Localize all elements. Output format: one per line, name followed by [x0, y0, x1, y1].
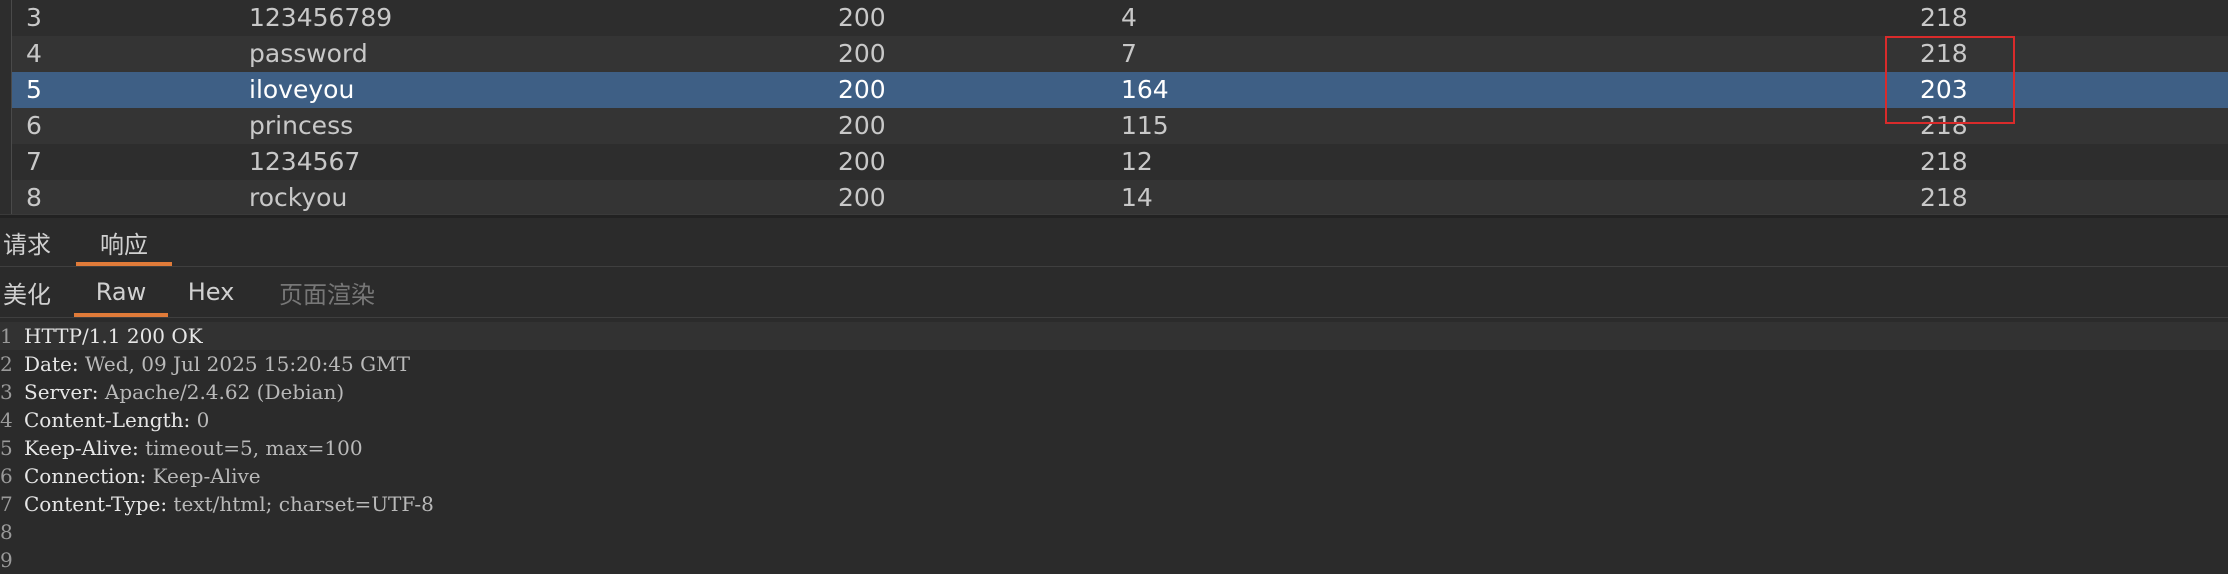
cell-payload: password — [249, 39, 368, 68]
header-name: Content-Length: — [24, 408, 191, 432]
cell-number: 5 — [26, 75, 42, 104]
code-line: 6 Connection: Keep-Alive — [0, 462, 2228, 490]
cell-time: 14 — [1121, 183, 1153, 212]
cell-status: 200 — [838, 147, 886, 176]
line-number: 8 — [0, 520, 13, 544]
code-line: 2 Date: Wed, 09 Jul 2025 15:20:45 GMT — [0, 350, 2228, 378]
header-value: timeout=5, max=100 — [138, 436, 363, 460]
code-line: 5 Keep-Alive: timeout=5, max=100 — [0, 434, 2228, 462]
tab-hex[interactable]: Hex — [180, 267, 242, 317]
cell-status: 200 — [838, 39, 886, 68]
cell-status: 200 — [838, 111, 886, 140]
results-table: 3 123456789 200 4 218 4 password 200 7 2… — [0, 0, 2228, 216]
cell-length: 218 — [1920, 147, 1968, 176]
cell-number: 3 — [26, 3, 42, 32]
request-response-tabs: 请求 响应 — [0, 218, 2228, 267]
line-number: 7 — [0, 492, 13, 516]
header-name: Connection: — [24, 464, 147, 488]
header-value: Wed, 09 Jul 2025 15:20:45 GMT — [78, 352, 410, 376]
table-row[interactable]: 8 rockyou 200 14 218 — [12, 180, 2228, 216]
cell-length: 218 — [1920, 3, 1968, 32]
cell-payload: 123456789 — [249, 3, 393, 32]
code-line: 3 Server: Apache/2.4.62 (Debian) — [0, 378, 2228, 406]
header-name: Date: — [24, 352, 79, 376]
line-number: 1 — [0, 324, 13, 348]
table-row[interactable]: 3 123456789 200 4 218 — [12, 0, 2228, 36]
cell-payload: iloveyou — [249, 75, 355, 104]
cell-time: 12 — [1121, 147, 1153, 176]
line-number: 2 — [0, 352, 13, 376]
cell-number: 6 — [26, 111, 42, 140]
code-line: 8 — [0, 518, 2228, 546]
tab-render[interactable]: 页面渲染 — [272, 267, 382, 317]
line-number: 6 — [0, 464, 13, 488]
line-number: 5 — [0, 436, 13, 460]
cell-time: 7 — [1121, 39, 1137, 68]
cell-payload: rockyou — [249, 183, 348, 212]
header-value: text/html; charset=UTF-8 — [167, 492, 434, 516]
header-value: Apache/2.4.62 (Debian) — [98, 380, 345, 404]
cell-payload: 1234567 — [249, 147, 361, 176]
cell-number: 8 — [26, 183, 42, 212]
length-highlight-box — [1885, 36, 2015, 124]
tab-raw[interactable]: Raw — [74, 267, 168, 317]
cell-time: 4 — [1121, 3, 1137, 32]
cell-status: 200 — [838, 3, 886, 32]
tab-request[interactable]: 请求 — [0, 218, 54, 266]
cell-status: 200 — [838, 75, 886, 104]
response-editor[interactable]: 1 HTTP/1.1 200 OK 2 Date: Wed, 09 Jul 20… — [0, 318, 2228, 572]
cell-number: 4 — [26, 39, 42, 68]
view-mode-tabs: 美化 Raw Hex 页面渲染 — [0, 267, 2228, 318]
cell-length: 218 — [1920, 183, 1968, 212]
tab-pretty[interactable]: 美化 — [0, 267, 54, 317]
code-line: 4 Content-Length: 0 — [0, 406, 2228, 434]
header-name: Server: — [24, 380, 99, 404]
header-value: 0 — [190, 408, 210, 432]
cell-payload: princess — [249, 111, 354, 140]
cell-time: 115 — [1121, 111, 1169, 140]
cell-time: 164 — [1121, 75, 1169, 104]
cell-number: 7 — [26, 147, 42, 176]
header-name: Keep-Alive: — [24, 436, 139, 460]
tab-response[interactable]: 响应 — [76, 218, 172, 266]
line-number: 4 — [0, 408, 13, 432]
status-line: HTTP/1.1 200 OK — [24, 324, 203, 348]
table-row[interactable]: 7 1234567 200 12 218 — [12, 144, 2228, 180]
header-name: Content-Type: — [24, 492, 168, 516]
cell-status: 200 — [838, 183, 886, 212]
line-number: 9 — [0, 548, 13, 572]
header-value: Keep-Alive — [146, 464, 261, 488]
line-number: 3 — [0, 380, 13, 404]
code-line: 1 HTTP/1.1 200 OK — [0, 322, 2228, 350]
code-line: 7 Content-Type: text/html; charset=UTF-8 — [0, 490, 2228, 518]
code-line: 9 — [0, 546, 2228, 574]
